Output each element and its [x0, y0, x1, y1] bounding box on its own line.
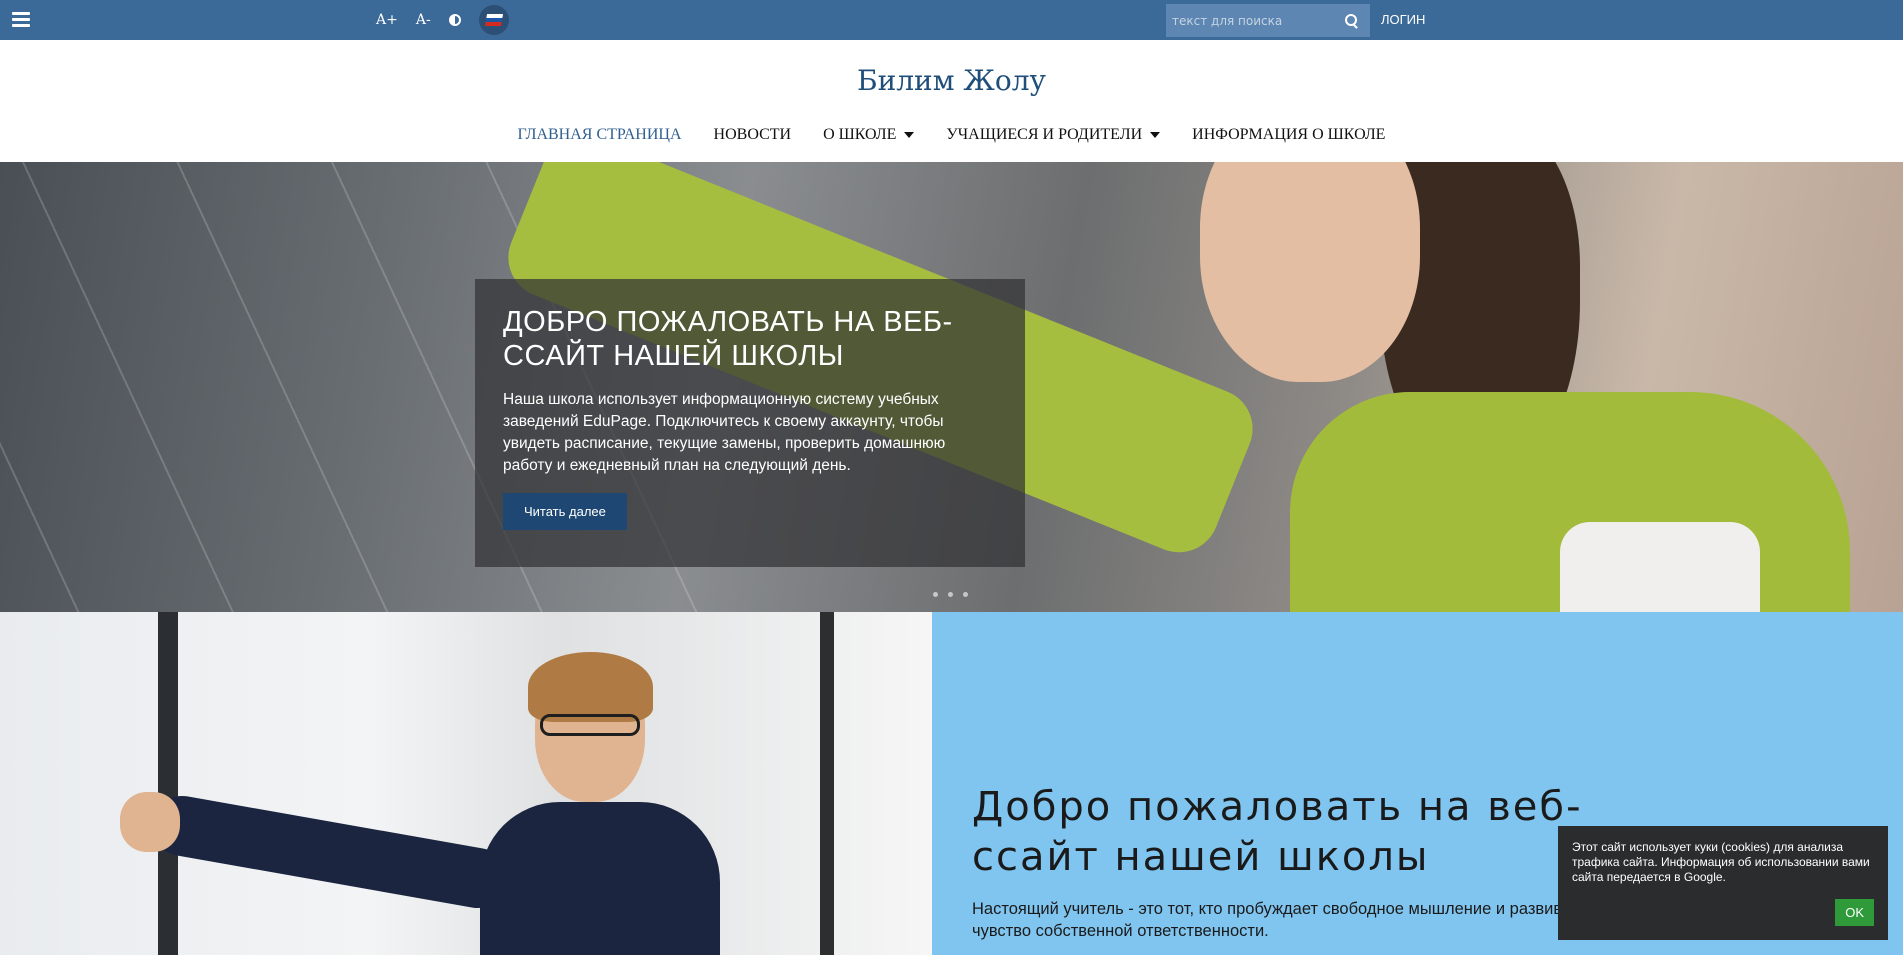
nav-item-about-school[interactable]: О ШКОЛЕ	[823, 126, 915, 144]
glasses-image	[540, 714, 640, 736]
nav-item-label: ИНФОРМАЦИЯ О ШКОЛЕ	[1192, 126, 1386, 143]
login-link[interactable]: ЛОГИН	[1381, 12, 1425, 27]
whiteboard-edge-image	[158, 612, 178, 955]
teacher-arm-image	[147, 791, 513, 913]
slider-dot[interactable]	[948, 592, 953, 597]
hero-title: ДОБРО ПОЖАЛОВАТЬ НА ВЕБ-ССАЙТ НАШЕЙ ШКОЛ…	[503, 306, 953, 372]
nav-item-news[interactable]: НОВОСТИ	[714, 126, 792, 144]
hero-slider: ДОБРО ПОЖАЛОВАТЬ НА ВЕБ-ССАЙТ НАШЕЙ ШКОЛ…	[0, 162, 1903, 612]
teacher-hair-image	[528, 652, 653, 722]
nav-item-label: УЧАЩИЕСЯ И РОДИТЕЛИ	[946, 126, 1143, 143]
slider-dot[interactable]	[933, 592, 938, 597]
hero-card: ДОБРО ПОЖАЛОВАТЬ НА ВЕБ-ССАЙТ НАШЕЙ ШКОЛ…	[475, 279, 1025, 567]
nav-item-students-parents[interactable]: УЧАЩИЕСЯ И РОДИТЕЛИ	[946, 126, 1161, 144]
whiteboard-writing-image	[0, 621, 160, 955]
cookie-text: Этот сайт использует куки (cookies) для …	[1572, 840, 1870, 884]
font-increase-button[interactable]: A+	[376, 12, 398, 28]
nav-item-label: НОВОСТИ	[713, 126, 792, 143]
teacher-face-image	[1200, 162, 1420, 382]
teacher-hand-image	[120, 792, 180, 852]
welcome-text: Настоящий учитель - это тот, кто пробужд…	[972, 900, 1588, 940]
search-input[interactable]	[1166, 4, 1341, 37]
contrast-icon[interactable]	[448, 14, 461, 26]
chevron-down-icon	[904, 132, 915, 138]
teacher-sweater-image	[480, 802, 720, 955]
teacher-photo	[0, 612, 932, 955]
site-header: Билим Жолу ГЛАВНАЯ СТРАНИЦА НОВОСТИ О ШК…	[0, 40, 1903, 162]
search-icon[interactable]	[1341, 11, 1361, 31]
window-frame-image	[820, 612, 834, 955]
language-button[interactable]	[478, 5, 509, 35]
slider-dots	[933, 592, 978, 597]
welcome-title: Добро пожаловать на веб-ссайт нашей школ…	[972, 784, 1583, 880]
site-title[interactable]: Билим Жолу	[0, 64, 1903, 97]
nav-item-home[interactable]: ГЛАВНАЯ СТРАНИЦА	[518, 126, 682, 144]
chevron-down-icon	[1150, 132, 1161, 138]
teacher-blouse-image	[1560, 522, 1760, 612]
main-nav: ГЛАВНАЯ СТРАНИЦА НОВОСТИ О ШКОЛЕ УЧАЩИЕС…	[0, 126, 1903, 144]
nav-item-label: О ШКОЛЕ	[823, 126, 897, 143]
slider-dot[interactable]	[963, 592, 968, 597]
search-box	[1166, 4, 1370, 37]
read-more-button[interactable]: Читать далее	[503, 493, 627, 530]
hamburger-menu-icon[interactable]	[12, 12, 30, 28]
cookie-ok-button[interactable]: OK	[1835, 899, 1874, 926]
accessibility-tools: A+ A-	[376, 5, 509, 35]
cookie-banner: Этот сайт использует куки (cookies) для …	[1558, 826, 1888, 940]
nav-item-school-info[interactable]: ИНФОРМАЦИЯ О ШКОЛЕ	[1192, 126, 1385, 144]
teacher-figure-image	[120, 652, 720, 955]
nav-item-label: ГЛАВНАЯ СТРАНИЦА	[517, 126, 682, 143]
font-decrease-button[interactable]: A-	[416, 12, 431, 28]
russian-flag-icon	[484, 14, 503, 26]
top-bar: A+ A- ЛОГИН	[0, 0, 1903, 40]
hero-text: Наша школа использует информационную сис…	[503, 391, 946, 474]
